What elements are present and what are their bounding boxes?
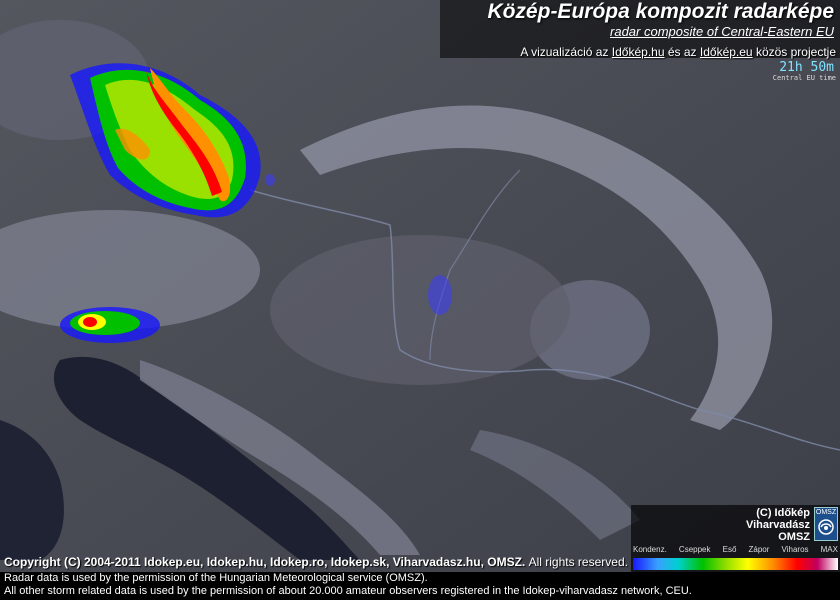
- idokep-hu-link[interactable]: Időkép.hu: [612, 45, 665, 59]
- page-subtitle[interactable]: radar composite of Central-Eastern EU: [440, 24, 834, 40]
- omsz-swirl-icon: [818, 519, 834, 535]
- radar-storm-adriatic: [60, 307, 160, 343]
- omsz-logo: OMSZ: [814, 507, 838, 541]
- project-line: A vizualizáció az Időkép.hu és az Időkép…: [520, 45, 836, 59]
- page-title: Közép-Európa kompozit radarképe: [487, 0, 834, 23]
- legend-brand: (C) Időkép Viharvadász OMSZ: [745, 507, 810, 543]
- footer-line-observers: All other storm related data is used by …: [4, 585, 692, 597]
- legend-label-cseppek: Cseppek: [678, 545, 711, 554]
- time-readout: 21h 50m: [779, 60, 834, 75]
- footer-notes: Radar data is used by the permission of …: [0, 572, 840, 600]
- legend-labels: Kondenz. Cseppek Eső Zápor Viharos MAX: [633, 545, 838, 554]
- hungarian-plain: [270, 235, 570, 385]
- copyright-line: Copyright (C) 2004-2011 Idokep.eu, Idoke…: [4, 555, 628, 569]
- footer-line-omsz: Radar data is used by the permission of …: [4, 572, 428, 584]
- legend-label-zapor: Zápor: [748, 545, 770, 554]
- legend-label-eso: Eső: [722, 545, 737, 554]
- legend-label-viharos: Viharos: [781, 545, 809, 554]
- footer: Copyright (C) 2004-2011 Idokep.eu, Idoke…: [0, 555, 840, 600]
- legend-label-kondenz: Kondenz.: [633, 545, 667, 554]
- idokep-eu-link[interactable]: Időkép.eu: [700, 45, 753, 59]
- time-zone: Central EU time: [772, 74, 836, 82]
- legend-label-max: MAX: [820, 545, 838, 554]
